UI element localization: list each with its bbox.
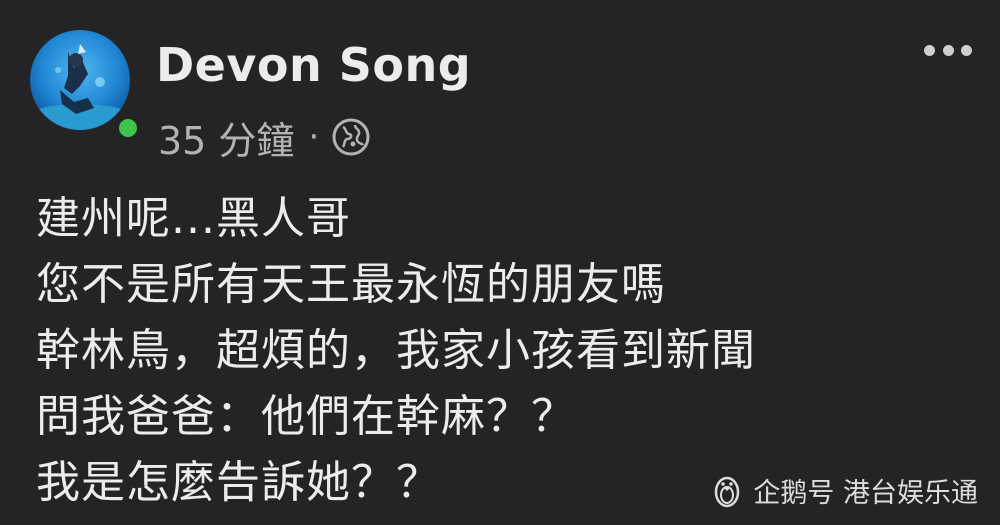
penguin-icon <box>715 476 740 508</box>
more-dot <box>942 44 954 56</box>
meta-separator: · <box>308 117 320 157</box>
avatar-image <box>30 30 130 130</box>
post-line: 您不是所有天王最永恆的朋友嗎 <box>36 259 666 310</box>
post-line: 問我爸爸：他們在幹麻？？ <box>36 391 576 442</box>
facebook-post: Devon Song 35 分鐘 · 建州呢...黑人哥 您不是所有天王最永恆的… <box>0 0 1000 525</box>
post-line: 幹林鳥，超煩的，我家小孩看到新聞 <box>36 325 756 376</box>
post-line: 建州呢...黑人哥 <box>36 193 351 244</box>
author-name[interactable]: Devon Song <box>156 38 471 92</box>
post-text: 建州呢...黑人哥 您不是所有天王最永恆的朋友嗎 幹林鳥，超煩的，我家小孩看到新… <box>36 186 936 516</box>
more-dot <box>924 44 935 56</box>
post-meta: 35 分鐘 · <box>158 110 371 165</box>
watermark-text: 企鹅号 港台娱乐通 <box>753 477 978 509</box>
post-timestamp[interactable]: 35 分鐘 <box>158 110 294 165</box>
more-dot <box>961 44 972 56</box>
online-status-dot <box>114 114 142 142</box>
globe-icon[interactable] <box>331 117 371 157</box>
source-watermark: 企鹅号 港台娱乐通 <box>711 468 978 512</box>
avatar[interactable] <box>30 30 142 142</box>
more-options-icon[interactable] <box>924 38 972 62</box>
